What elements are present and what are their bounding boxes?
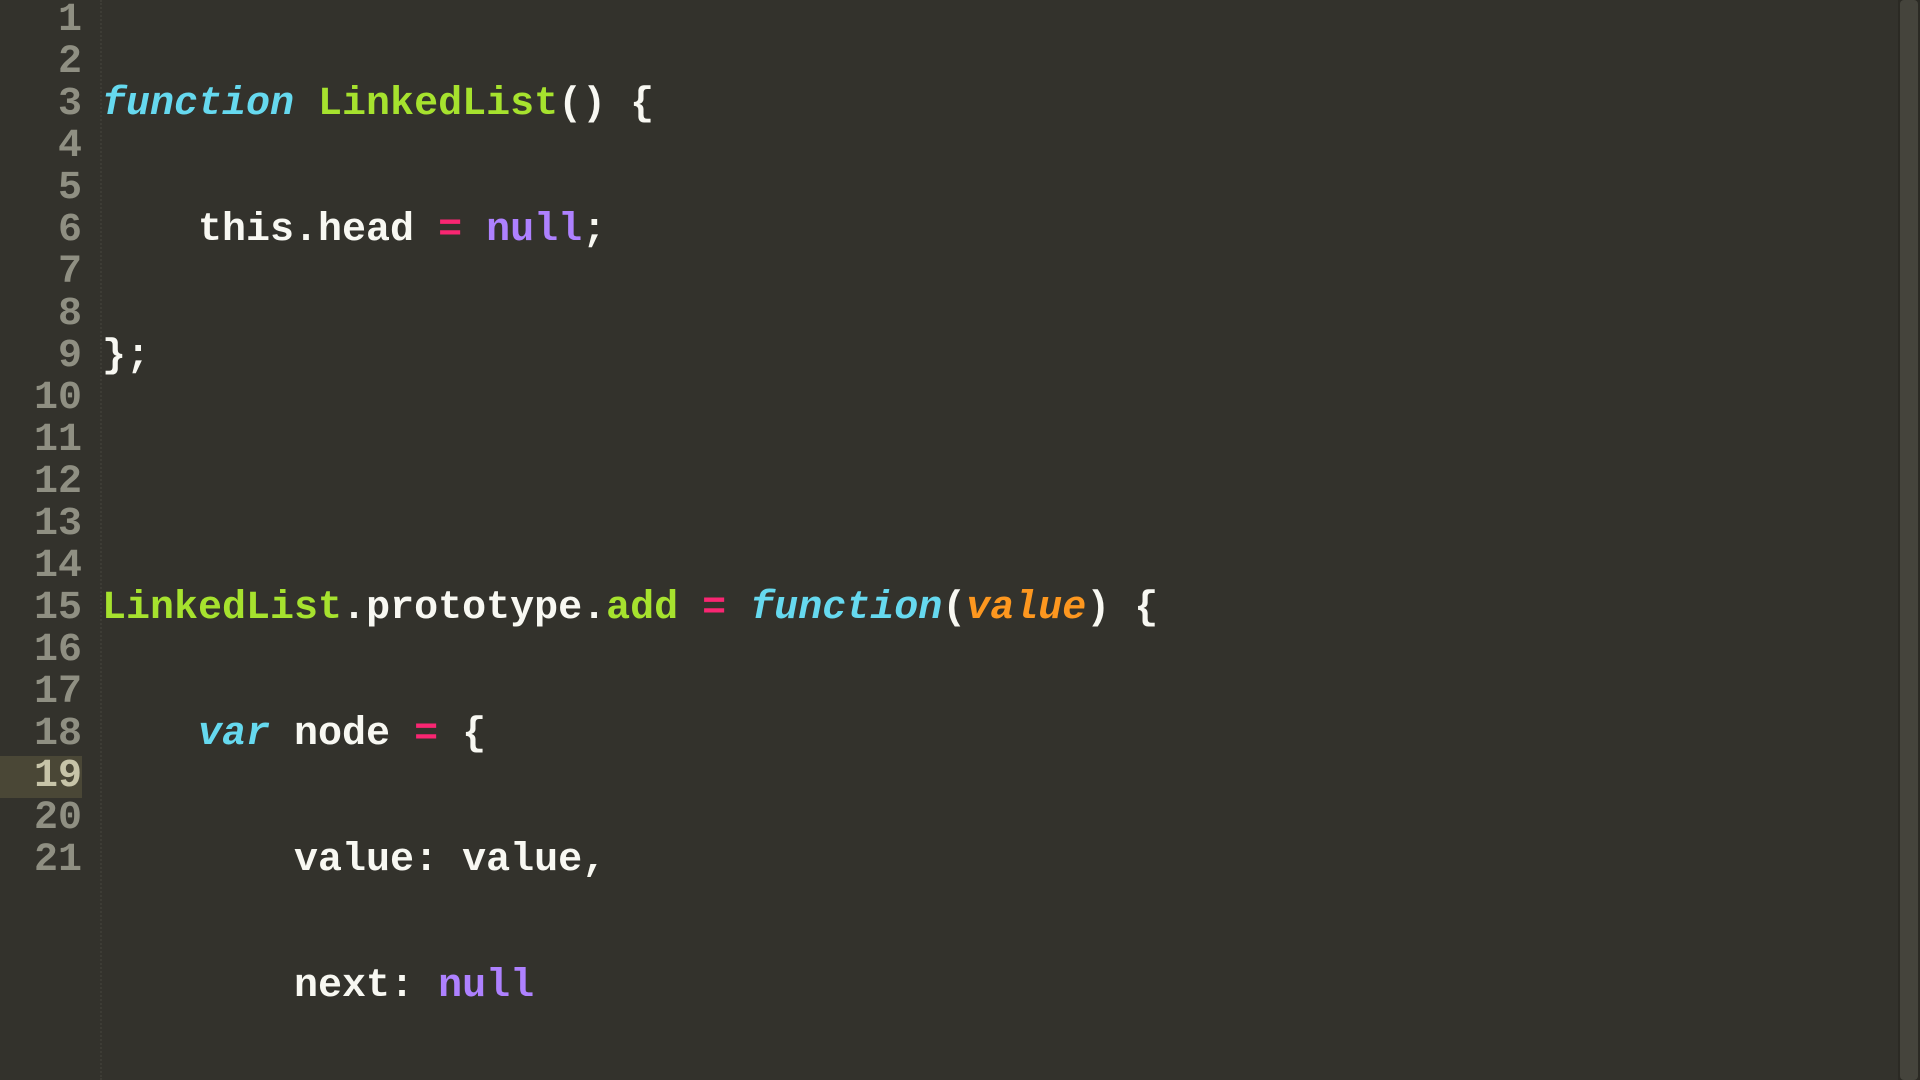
line-number: 9 bbox=[0, 336, 82, 378]
keyword-var: var bbox=[198, 712, 270, 757]
line-number: 2 bbox=[0, 42, 82, 84]
line-number: 5 bbox=[0, 168, 82, 210]
line-number: 3 bbox=[0, 84, 82, 126]
line-number: 10 bbox=[0, 378, 82, 420]
keyword-function: function bbox=[102, 82, 294, 127]
code-line[interactable]: var node = { bbox=[102, 714, 1920, 756]
code-line[interactable]: }; bbox=[102, 336, 1920, 378]
line-number: 1 bbox=[0, 0, 82, 42]
line-number: 12 bbox=[0, 462, 82, 504]
code-line[interactable]: LinkedList.prototype.add = function(valu… bbox=[102, 588, 1920, 630]
code-area[interactable]: function LinkedList() { this.head = null… bbox=[100, 0, 1920, 1080]
parameter: value bbox=[966, 586, 1086, 631]
line-number: 16 bbox=[0, 630, 82, 672]
line-number: 18 bbox=[0, 714, 82, 756]
scrollbar-thumb[interactable] bbox=[1900, 0, 1918, 1080]
code-line[interactable]: function LinkedList() { bbox=[102, 84, 1920, 126]
code-line[interactable] bbox=[102, 462, 1920, 504]
line-number: 13 bbox=[0, 504, 82, 546]
line-number: 20 bbox=[0, 798, 82, 840]
vertical-scrollbar[interactable] bbox=[1898, 0, 1920, 1080]
line-number: 6 bbox=[0, 210, 82, 252]
line-number: 4 bbox=[0, 126, 82, 168]
code-line[interactable]: value: value, bbox=[102, 840, 1920, 882]
line-number: 11 bbox=[0, 420, 82, 462]
line-number: 8 bbox=[0, 294, 82, 336]
line-number: 19 bbox=[0, 756, 82, 798]
line-number: 7 bbox=[0, 252, 82, 294]
type-name: LinkedList bbox=[318, 82, 558, 127]
literal-null: null bbox=[486, 208, 582, 253]
line-number-gutter: 1 2 3 4 5 6 7 8 9 10 11 12 13 14 15 16 1… bbox=[0, 0, 100, 1080]
line-number: 21 bbox=[0, 840, 82, 882]
code-line[interactable]: this.head = null; bbox=[102, 210, 1920, 252]
line-number: 14 bbox=[0, 546, 82, 588]
line-number: 17 bbox=[0, 672, 82, 714]
line-number: 15 bbox=[0, 588, 82, 630]
code-editor[interactable]: 1 2 3 4 5 6 7 8 9 10 11 12 13 14 15 16 1… bbox=[0, 0, 1920, 1080]
code-line[interactable]: next: null bbox=[102, 966, 1920, 1008]
